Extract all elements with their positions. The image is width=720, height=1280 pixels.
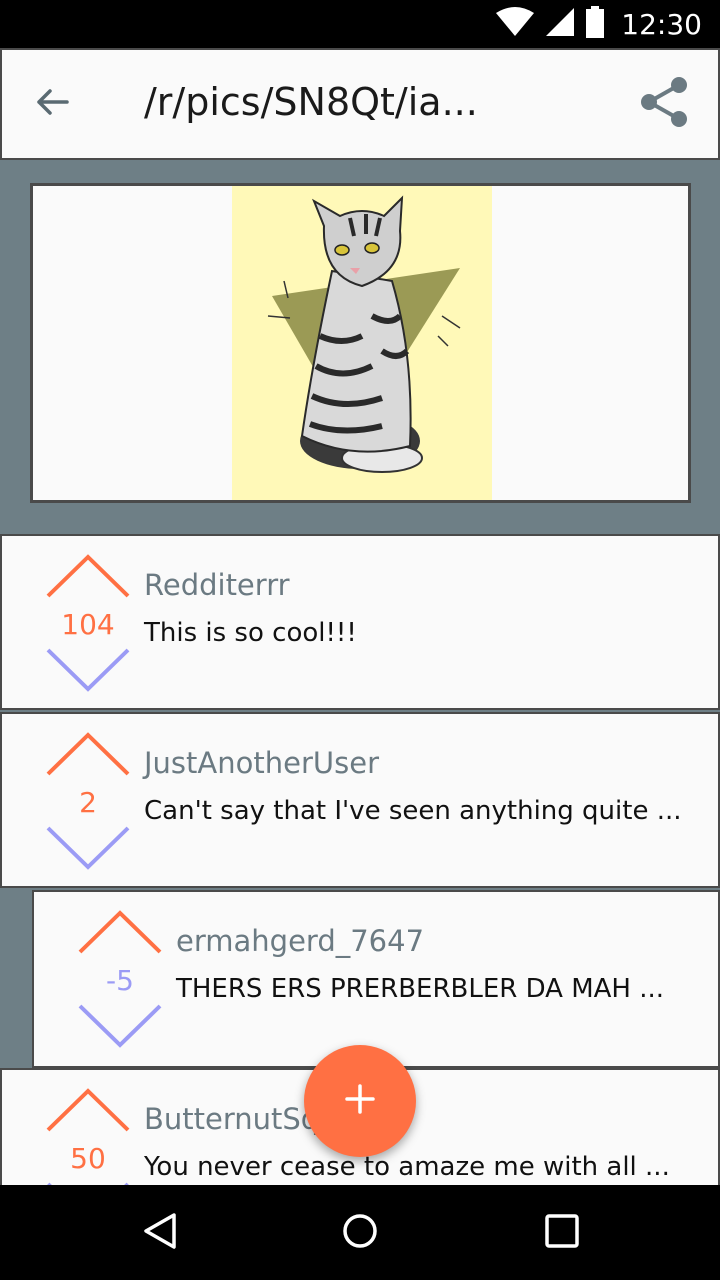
- upvote-button[interactable]: [78, 910, 162, 958]
- upvote-button[interactable]: [46, 1088, 130, 1136]
- comment-item: 2 JustAnotherUser Can't say that I've se…: [0, 712, 720, 888]
- vote-column: 2: [2, 714, 142, 886]
- post-area: [0, 160, 720, 532]
- upvote-button[interactable]: [46, 554, 130, 602]
- comment-reply-item: -5 ermahgerd_7647 THERS ERS PRERBERBLER …: [32, 890, 720, 1068]
- share-icon: [639, 76, 689, 132]
- share-button[interactable]: [636, 76, 692, 132]
- comment-author[interactable]: ermahgerd_7647: [176, 924, 424, 958]
- status-icons: 12:30: [495, 0, 702, 48]
- vote-column: -5: [34, 892, 174, 1066]
- arrow-left-icon: [35, 88, 69, 120]
- page-title: /r/pics/SN8Qt/ia...: [144, 80, 478, 124]
- nav-back-icon: [142, 1212, 178, 1254]
- plus-icon: [344, 1083, 376, 1119]
- battery-icon: [585, 6, 605, 42]
- cat-illustration: [267, 195, 461, 473]
- signal-icon: [545, 7, 575, 41]
- upvote-button[interactable]: [46, 732, 130, 780]
- back-button[interactable]: [28, 80, 76, 128]
- wifi-icon: [495, 7, 535, 41]
- status-time: 12:30: [621, 7, 702, 41]
- comment-item: 104 Redditerrr This is so cool!!!: [0, 534, 720, 710]
- toolbar: /r/pics/SN8Qt/ia...: [0, 48, 720, 160]
- nav-recents-button[interactable]: [532, 1205, 592, 1261]
- nav-home-button[interactable]: [330, 1205, 390, 1261]
- navigation-bar: [0, 1185, 720, 1280]
- comment-text: You never cease to amaze me with all ...: [144, 1152, 670, 1182]
- comment-author[interactable]: Redditerrr: [144, 568, 290, 602]
- nav-recents-icon: [545, 1214, 579, 1252]
- vote-column: 50: [2, 1070, 142, 1185]
- downvote-button[interactable]: [46, 826, 130, 874]
- status-bar: 12:30: [0, 0, 720, 48]
- app-content: /r/pics/SN8Qt/ia... 104 Redditerrr This …: [0, 48, 720, 1185]
- add-comment-button[interactable]: [304, 1045, 416, 1157]
- comment-text: Can't say that I've seen anything quite …: [144, 796, 682, 826]
- vote-column: 104: [2, 536, 142, 708]
- post-image-card[interactable]: [30, 183, 691, 503]
- post-image: [232, 186, 492, 500]
- comment-author[interactable]: ButternutSq: [144, 1102, 319, 1136]
- comment-text: This is so cool!!!: [144, 618, 357, 648]
- nav-home-icon: [342, 1213, 378, 1253]
- comment-author[interactable]: JustAnotherUser: [144, 746, 379, 780]
- downvote-button[interactable]: [46, 648, 130, 696]
- comment-text: THERS ERS PRERBERBLER DA MAH ...: [176, 974, 665, 1004]
- nav-back-button[interactable]: [130, 1205, 190, 1261]
- downvote-button[interactable]: [78, 1004, 162, 1052]
